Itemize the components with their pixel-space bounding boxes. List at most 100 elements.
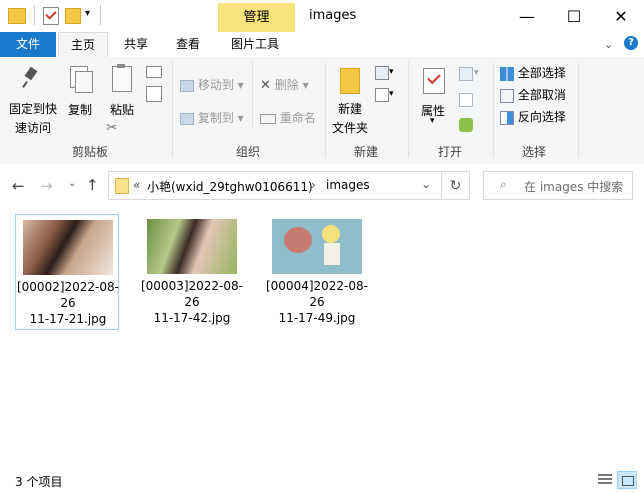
edit-icon[interactable] — [459, 93, 473, 107]
delete-label: 删除 — [274, 78, 299, 92]
group-separator — [172, 62, 173, 158]
address-bar[interactable]: « 小艳(wxid_29tghw0106611) › images ⌄ — [108, 171, 470, 200]
select-all-button[interactable]: 全部选择 — [500, 64, 576, 82]
image-thumbnail — [23, 220, 113, 275]
forward-arrow-icon[interactable]: → — [40, 177, 53, 195]
divider — [100, 5, 101, 25]
select-none-label: 全部取消 — [517, 88, 566, 102]
select-all-label: 全部选择 — [517, 66, 566, 80]
delete-icon: ✕ — [260, 78, 271, 93]
large-icons-view-icon[interactable] — [617, 471, 637, 489]
help-icon[interactable]: ? — [624, 36, 638, 50]
select-none-icon — [500, 88, 514, 103]
open-group-label: 打开 — [437, 145, 462, 159]
copy-to-label: 复制到 — [197, 111, 234, 125]
copy-label: 复制 — [67, 103, 92, 117]
new-folder-qat-icon[interactable] — [65, 8, 81, 24]
rename-button[interactable]: 重命名 — [260, 109, 324, 127]
paste-button[interactable]: 粘贴 — [104, 62, 140, 122]
open-icon[interactable] — [459, 67, 473, 81]
copy-button[interactable]: 复制 — [64, 62, 96, 122]
folder-icon — [115, 178, 129, 194]
invert-selection-button[interactable]: 反向选择 — [500, 108, 576, 126]
customize-qat-icon[interactable]: ▾ — [85, 8, 90, 19]
details-view-icon[interactable] — [598, 474, 612, 486]
delete-button[interactable]: ✕ 删除 ▾ — [260, 76, 320, 94]
up-arrow-icon[interactable]: ↑ — [86, 176, 99, 194]
file-name: [00004]2022-08- 26 11-17-49.jpg — [265, 279, 368, 325]
manage-context-tab[interactable]: 管理 — [218, 3, 295, 32]
new-folder-button[interactable]: 新建 文件夹 — [328, 62, 372, 138]
rename-icon — [260, 113, 276, 124]
breadcrumb-current[interactable]: images — [326, 178, 370, 192]
file-name: [00003]2022-08- 26 11-17-42.jpg — [140, 279, 243, 325]
maximize-button[interactable]: ☐ — [551, 0, 597, 32]
new-folder-icon — [340, 68, 360, 94]
tab-share[interactable]: 共享 — [118, 32, 154, 57]
chevron-right-icon[interactable]: › — [311, 178, 316, 192]
tab-home[interactable]: 主页 — [58, 32, 108, 58]
move-to-label: 移动到 — [197, 78, 234, 92]
tab-picture-tools[interactable]: 图片工具 — [222, 32, 288, 57]
paste-label: 粘贴 — [109, 103, 134, 117]
new-group-label: 新建 — [353, 145, 378, 159]
rename-label: 重命名 — [279, 111, 316, 125]
organize-group-label: 组织 — [235, 145, 260, 159]
pin-quick-access-button[interactable]: 固定到快 速访问 — [4, 62, 60, 136]
copy-icon — [70, 66, 93, 93]
image-thumbnail — [272, 219, 362, 274]
address-dropdown-chevron-icon[interactable]: ⌄ — [421, 177, 431, 191]
properties-button[interactable]: 属性 ▾ — [414, 62, 452, 134]
history-icon[interactable] — [459, 118, 473, 132]
file-item[interactable]: [00002]2022-08- 26 11-17-21.jpg — [15, 214, 119, 330]
select-none-button[interactable]: 全部取消 — [500, 86, 576, 104]
refresh-button[interactable]: ↻ — [441, 171, 470, 200]
properties-icon — [423, 68, 445, 94]
select-all-icon — [500, 66, 514, 81]
invert-selection-label: 反向选择 — [517, 110, 566, 124]
search-input[interactable]: 在 images 中搜索 — [524, 178, 623, 195]
move-to-button[interactable]: 移动到 ▾ — [180, 76, 254, 94]
breadcrumb-overflow[interactable]: « — [133, 178, 140, 192]
folder-icon[interactable] — [8, 8, 26, 24]
status-bar — [0, 468, 644, 493]
breadcrumb-parent[interactable]: 小艳(wxid_29tghw0106611) — [147, 178, 313, 195]
search-box[interactable]: ⌕ 在 images 中搜索 — [483, 171, 633, 200]
group-separator — [493, 62, 494, 158]
search-icon: ⌕ — [500, 177, 507, 191]
chevron-down-icon[interactable]: ▾ — [389, 67, 394, 77]
chevron-down-icon[interactable]: ⌄ — [604, 38, 613, 51]
properties-qat-icon[interactable] — [43, 7, 59, 25]
invert-selection-icon — [500, 110, 514, 125]
copy-path-icon[interactable] — [146, 66, 162, 78]
item-count: 3 个项目 — [15, 475, 63, 489]
divider — [34, 5, 35, 25]
chevron-down-icon[interactable]: ▾ — [474, 68, 479, 78]
file-item[interactable]: [00004]2022-08- 26 11-17-49.jpg — [265, 214, 369, 330]
window-title: images — [309, 8, 357, 23]
close-button[interactable]: ✕ — [598, 0, 644, 32]
move-to-icon — [180, 79, 194, 92]
copy-to-icon — [180, 112, 194, 125]
file-item[interactable]: [00003]2022-08- 26 11-17-42.jpg — [140, 214, 244, 330]
file-name: [00002]2022-08- 26 11-17-21.jpg — [16, 280, 119, 326]
chevron-down-icon[interactable]: ▾ — [389, 89, 394, 99]
new-folder-label-1: 新建 — [337, 102, 362, 116]
clipboard-group-label: 剪贴板 — [71, 145, 108, 159]
pin-label-2: 速访问 — [14, 121, 51, 135]
paste-icon — [112, 64, 132, 92]
recent-locations-chevron-icon[interactable]: ⌄ — [68, 178, 76, 189]
tab-file[interactable]: 文件 — [0, 32, 56, 57]
copy-to-button[interactable]: 复制到 ▾ — [180, 109, 254, 127]
new-item-icon[interactable] — [375, 66, 389, 80]
new-folder-label-2: 文件夹 — [331, 121, 368, 135]
easy-access-icon[interactable] — [375, 88, 389, 102]
pin-icon — [22, 66, 38, 88]
minimize-button[interactable]: — — [504, 0, 550, 32]
paste-shortcut-icon[interactable] — [146, 86, 162, 102]
tab-view[interactable]: 查看 — [170, 32, 206, 57]
chevron-down-icon: ▾ — [430, 116, 435, 126]
group-separator — [408, 62, 409, 158]
back-arrow-icon[interactable]: ← — [12, 177, 25, 195]
cut-icon[interactable]: ✂ — [106, 120, 118, 136]
